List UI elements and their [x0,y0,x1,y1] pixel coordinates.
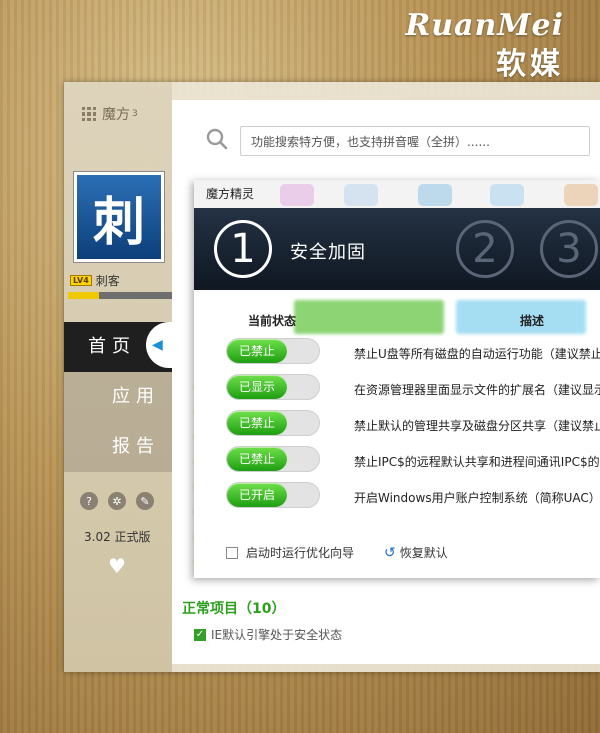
setting-desc: 禁止默认的管理共享及磁盘分区共享（建议禁止 [354,419,600,433]
column-desc: 描述 [520,314,545,328]
column-header: 当前状态 描述 [194,290,600,334]
status-toggle[interactable]: 已开启 [226,482,320,508]
grid-icon[interactable] [82,107,96,121]
chevron-left-icon: ◀ [152,337,163,353]
ghost-app-icon [344,184,378,206]
ie-item-label: IE默认引擎处于安全状态 [211,628,343,642]
step-3-circle[interactable]: 3 [540,220,598,278]
setting-row: 已禁止 禁止U盘等所有磁盘的自动运行功能（建议禁止 [194,334,600,370]
toggle-label: 已禁止 [227,447,287,471]
status-toggle[interactable]: 已显示 [226,374,320,400]
brand-name-cn: 软媒 [496,47,564,82]
search-input[interactable]: 功能搜索特方便，也支持拼音喔（全拼）...... [240,126,590,156]
column-status: 当前状态 [248,314,297,328]
avatar[interactable]: 刺 [74,172,164,262]
setting-row: 已禁止 禁止IPC$的远程默认共享和进程间通讯IPC$的 [194,442,600,478]
toggle-label: 已禁止 [227,411,287,435]
heart-icon[interactable]: ♥ [108,554,126,578]
setting-desc: 开启Windows用户账户控制系统（简称UAC） [354,491,600,505]
status-toggle[interactable]: 已禁止 [226,446,320,472]
ghost-app-icon [280,184,314,206]
startup-label: 启动时运行优化向导 [246,546,355,560]
step-1-circle[interactable]: 1 [214,220,272,278]
setting-desc: 禁止IPC$的远程默认共享和进程间通讯IPC$的 [354,455,600,469]
gear-icon[interactable]: ✲ [108,492,126,510]
brush-icon[interactable]: ✎ [136,492,154,510]
checkbox-checked-icon[interactable]: ✓ [194,628,206,641]
search-icon[interactable] [206,128,228,150]
toggle-label: 已禁止 [227,339,287,363]
nav-rest: 应用 报告 [64,372,172,472]
ghost-app-icon [564,184,598,206]
brand-name-en: RuanMei [405,8,564,43]
app-logo: 魔方 3 [82,104,138,124]
nav-label-home: 首页 [88,336,136,357]
brand-logo: RuanMei 软媒 [405,8,564,83]
toggle-label: 已显示 [227,375,287,399]
app-name: 魔方 [102,107,130,123]
xp-bar-fill [68,292,100,299]
step-title: 安全加固 [290,242,366,263]
toggle-label: 已开启 [227,483,287,507]
status-toggle[interactable]: 已禁止 [226,338,320,364]
setting-desc: 在资源管理器里面显示文件的扩展名（建议显示 [354,383,600,397]
version-label: 3.02 正式版 [84,530,151,544]
ghost-app-icon [418,184,452,206]
restore-label: 恢复默认 [399,546,448,560]
refresh-icon: ↺ [384,544,396,561]
setting-row: 已显示 在资源管理器里面显示文件的扩展名（建议显示 [194,370,600,406]
user-name: 刺客 [95,274,120,288]
ghost-app-icon [490,184,524,206]
sidebar-tools: ? ✲ ✎ [80,492,154,510]
nav-label-reports: 报告 [112,436,160,457]
settings-list: 已禁止 禁止U盘等所有磁盘的自动运行功能（建议禁止 已显示 在资源管理器里面显示… [194,334,600,514]
nav-item-reports[interactable]: 报告 [64,422,172,472]
sidebar: 魔方 3 刺 LV4 刺客 首页 应用 报告 ◀ ? ✲ ✎ 3.02 正式版 ♥ [64,82,176,672]
help-icon[interactable]: ? [80,492,98,510]
startup-checkbox[interactable] [226,546,238,559]
nav-item-apps[interactable]: 应用 [64,372,172,422]
avatar-char: 刺 [92,192,145,253]
setting-desc: 禁止U盘等所有磁盘的自动运行功能（建议禁止 [354,347,600,361]
setting-row: 已开启 开启Windows用户账户控制系统（简称UAC） [194,478,600,514]
nav-label-apps: 应用 [112,386,160,407]
dialog-footer: 启动时运行优化向导 ↺ 恢复默认 [226,544,448,561]
level-badge: LV4 [70,275,92,286]
status-toggle[interactable]: 已禁止 [226,410,320,436]
wizard-header: 1 安全加固 2 3 [194,208,600,290]
setting-row: 已禁止 禁止默认的管理共享及磁盘分区共享（建议禁止 [194,406,600,442]
dialog-title: 魔方精灵 [206,187,255,201]
ie-item-row[interactable]: ✓ IE默认引擎处于安全状态 [194,626,342,643]
step-2-circle[interactable]: 2 [456,220,514,278]
ghost-tab [294,300,444,334]
user-level: LV4 刺客 [70,272,120,289]
wizard-dialog: 魔方精灵 1 安全加固 2 3 当前状态 描述 已禁止 禁止U盘等所有磁盘的自动… [194,180,600,578]
restore-default-button[interactable]: ↺ 恢复默认 [384,544,448,561]
app-version-sup: 3 [132,109,138,119]
normal-items-title: 正常项目（10） [182,601,286,617]
xp-bar [68,292,172,299]
search-placeholder: 功能搜索特方便，也支持拼音喔（全拼）...... [251,135,490,149]
dialog-titlebar: 魔方精灵 [194,180,600,208]
